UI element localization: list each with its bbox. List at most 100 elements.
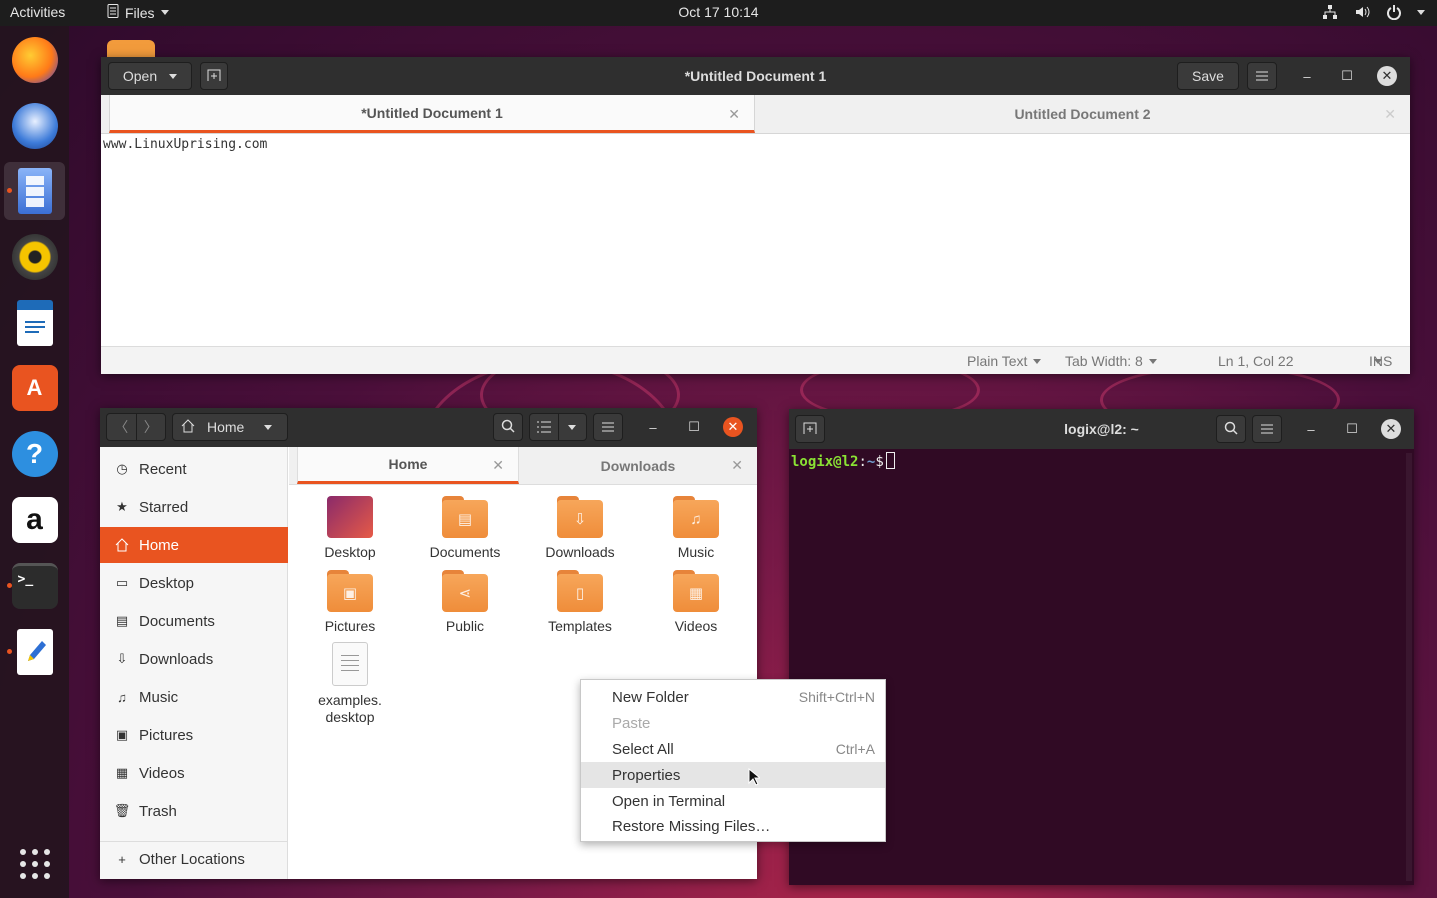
language-selector[interactable]: Plain Text — [967, 353, 1042, 369]
sidebar-item-starred[interactable]: ★ Starred — [100, 489, 288, 525]
tab-untitled-document-2[interactable]: Untitled Document 2 ✕ — [755, 95, 1410, 133]
menu-button[interactable] — [1252, 415, 1282, 443]
dock-help[interactable]: ? — [4, 425, 65, 483]
new-tab-icon — [207, 68, 221, 85]
maximize-button[interactable]: ☐ — [1337, 66, 1357, 86]
close-icon[interactable]: ✕ — [492, 457, 504, 474]
tab-home[interactable]: Home ✕ — [297, 447, 519, 484]
sidebar-item-videos[interactable]: ▦ Videos — [100, 755, 288, 791]
dock-amazon[interactable]: a — [4, 491, 65, 549]
editor-text: www.LinuxUprising.com — [103, 137, 268, 152]
sidebar-item-pictures[interactable]: ▣ Pictures — [100, 717, 288, 753]
minimize-button[interactable]: – — [643, 417, 663, 437]
menu-item-new-folder[interactable]: New Folder Shift+Ctrl+N — [581, 684, 885, 710]
system-tray[interactable] — [1321, 3, 1425, 21]
sidebar-item-home[interactable]: Home — [100, 527, 288, 563]
insert-mode-label: INS — [1369, 353, 1393, 369]
dock-files[interactable] — [4, 162, 65, 220]
maximize-button[interactable]: ☐ — [1342, 419, 1362, 439]
power-icon[interactable] — [1385, 3, 1403, 21]
network-icon[interactable] — [1321, 3, 1339, 21]
list-view-button[interactable] — [530, 421, 558, 433]
search-button[interactable] — [1216, 415, 1246, 443]
menu-item-properties[interactable]: Properties — [581, 762, 885, 788]
chevron-down-icon — [264, 424, 273, 430]
text-editor-area[interactable]: www.LinuxUprising.com — [101, 134, 1410, 346]
clock[interactable]: Oct 17 10:14 — [678, 4, 758, 20]
save-button[interactable]: Save — [1177, 62, 1239, 90]
dock-text-editor[interactable] — [4, 623, 65, 681]
app-menu-label: Files — [125, 4, 155, 21]
sidebar-item-label: Recent — [139, 460, 187, 478]
chevron-down-icon[interactable] — [1417, 9, 1425, 15]
forward-button[interactable]: 〉 — [137, 417, 166, 437]
menu-item-open-in-terminal[interactable]: Open in Terminal — [581, 788, 885, 814]
terminal-scrollbar[interactable] — [1406, 453, 1412, 881]
close-icon[interactable]: ✕ — [731, 457, 743, 474]
sidebar-item-documents[interactable]: ▤ Documents — [100, 603, 288, 639]
tab-untitled-document-1[interactable]: *Untitled Document 1 ✕ — [109, 95, 755, 133]
sidebar-item-label: Videos — [139, 764, 185, 782]
window-title: *Untitled Document 1 — [684, 68, 827, 84]
language-label: Plain Text — [967, 353, 1028, 369]
close-icon[interactable]: ✕ — [728, 106, 740, 123]
menu-item-accelerator: Ctrl+A — [835, 741, 875, 757]
show-apps-button[interactable] — [4, 836, 65, 894]
text-cursor — [885, 452, 895, 469]
file-item-documents[interactable]: ▤ Documents — [410, 496, 520, 560]
desktop-folder-icon[interactable] — [107, 40, 155, 58]
sidebar-item-recent[interactable]: ◷ Recent — [100, 451, 288, 487]
file-item-music[interactable]: ♫ Music — [641, 496, 751, 560]
path-bar-home[interactable]: Home — [172, 413, 288, 441]
search-button[interactable] — [493, 413, 523, 441]
volume-icon[interactable] — [1353, 3, 1371, 21]
dock-terminal[interactable]: >_ — [4, 557, 65, 615]
minimize-button[interactable]: – — [1301, 419, 1321, 439]
new-tab-button[interactable] — [200, 62, 228, 90]
close-icon[interactable]: ✕ — [1384, 106, 1396, 123]
videos-folder-icon: ▦ — [673, 570, 719, 612]
file-item-downloads[interactable]: ⇩ Downloads — [525, 496, 635, 560]
dock-rhythmbox[interactable] — [4, 228, 65, 286]
cursor-position-selector[interactable]: Ln 1, Col 22 — [1218, 353, 1382, 369]
menu-item-restore-missing-files[interactable]: Restore Missing Files… — [581, 813, 885, 839]
nav-buttons: 〈 〉 — [106, 413, 166, 441]
dock-thunderbird[interactable] — [4, 97, 65, 155]
view-options-button[interactable] — [559, 424, 587, 430]
tab-width-selector[interactable]: Tab Width: 8 — [1065, 353, 1157, 369]
sidebar-item-downloads[interactable]: ⇩ Downloads — [100, 641, 288, 677]
sidebar-item-trash[interactable]: 🗑 Trash — [100, 793, 288, 829]
app-menu[interactable]: Files — [107, 4, 169, 21]
window-title: logix@l2: ~ — [1064, 421, 1139, 437]
file-item-public[interactable]: ⋖ Public — [410, 570, 520, 634]
file-item-desktop[interactable]: Desktop — [295, 496, 405, 560]
sidebar-item-desktop[interactable]: ▭ Desktop — [100, 565, 288, 601]
close-icon: ✕ — [727, 419, 739, 434]
close-button[interactable]: ✕ — [1381, 419, 1401, 439]
dock-firefox[interactable] — [4, 31, 65, 89]
minimize-button[interactable]: – — [1297, 66, 1317, 86]
menu-button[interactable] — [593, 413, 623, 441]
activities-button[interactable]: Activities — [10, 4, 65, 20]
tab-downloads[interactable]: Downloads ✕ — [519, 447, 757, 484]
open-button[interactable]: Open — [108, 62, 192, 90]
dock-writer[interactable] — [4, 294, 65, 352]
file-item-pictures[interactable]: ▣ Pictures — [295, 570, 405, 634]
close-button[interactable]: ✕ — [1377, 66, 1397, 86]
file-item-examples-desktop[interactable]: examples. desktop — [295, 642, 405, 726]
sidebar-item-music[interactable]: ♫ Music — [100, 679, 288, 715]
back-button[interactable]: 〈 — [107, 417, 136, 437]
file-item-templates[interactable]: ▯ Templates — [525, 570, 635, 634]
open-label: Open — [122, 68, 158, 84]
maximize-icon: ☐ — [1346, 421, 1358, 436]
menu-button[interactable] — [1247, 62, 1277, 90]
gedit-tab-bar: *Untitled Document 1 ✕ Untitled Document… — [101, 95, 1410, 134]
file-item-videos[interactable]: ▦ Videos — [641, 570, 751, 634]
new-tab-button[interactable] — [795, 415, 825, 443]
close-icon: ✕ — [1385, 421, 1397, 436]
menu-item-select-all[interactable]: Select All Ctrl+A — [581, 736, 885, 762]
sidebar-item-other-locations[interactable]: + Other Locations — [100, 841, 288, 877]
close-button[interactable]: ✕ — [723, 417, 743, 437]
maximize-button[interactable]: ☐ — [684, 417, 704, 437]
dock-software[interactable]: A — [4, 359, 65, 417]
